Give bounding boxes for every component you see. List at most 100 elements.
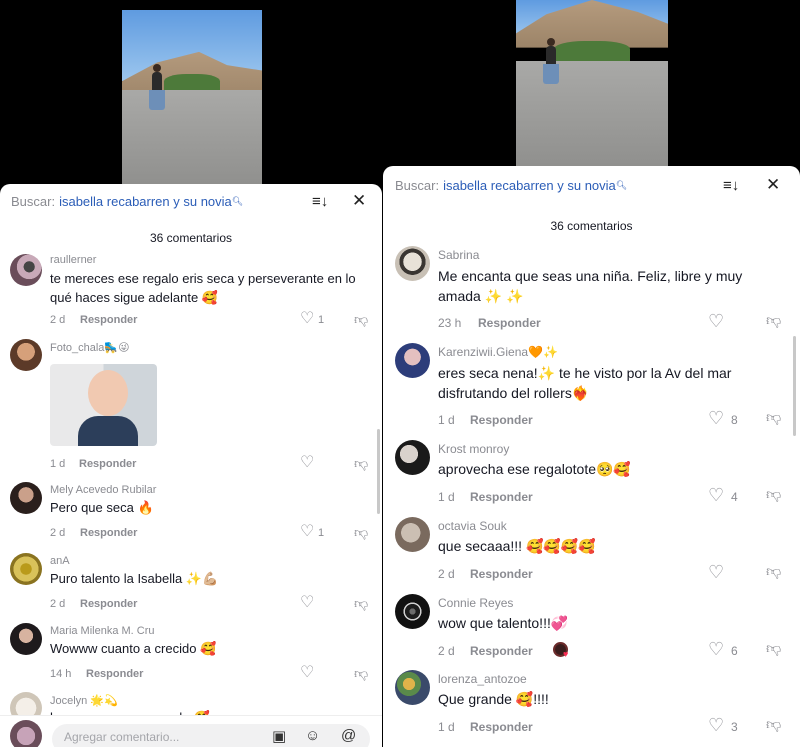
reply-button[interactable]: Responder <box>470 720 533 734</box>
search-query[interactable]: isabella recabarren y su novia <box>443 178 616 193</box>
image-icon[interactable]: ▣ <box>272 727 286 745</box>
comment-count: 36 comentarios <box>149 231 233 245</box>
sort-icon[interactable]: ≡↓ <box>312 194 328 209</box>
comment-time: 2 d <box>50 527 66 539</box>
dislike-icon[interactable]: 👎︎ <box>766 564 781 579</box>
reply-button[interactable]: Responder <box>478 316 541 330</box>
avatar[interactable] <box>395 670 430 705</box>
comment-time: 2 d <box>50 314 66 326</box>
heart-icon[interactable]: ♡ <box>300 665 314 681</box>
avatar[interactable] <box>395 517 430 552</box>
comment-item: Karenziwii.Giena🧡✨ eres seca nena!✨ te h… <box>383 343 800 433</box>
comment-time: 23 h <box>438 316 462 330</box>
scrollbar[interactable] <box>793 336 796 436</box>
heart-icon[interactable]: ♡ <box>708 563 724 581</box>
comment-username[interactable]: Connie Reyes <box>438 596 513 610</box>
comment-item: Mely Acevedo Rubilar Pero que seca 🔥 2 d… <box>0 482 382 547</box>
dislike-icon[interactable]: 👎︎ <box>766 313 781 328</box>
heart-icon[interactable]: ♡ <box>708 312 724 330</box>
search-query[interactable]: isabella recabarren y su novia <box>59 194 232 209</box>
heart-icon[interactable]: ♡ <box>300 524 314 540</box>
comment-item: Foto_chala🛼😜 1 d Responder ♡ 👎︎ <box>0 339 382 474</box>
video-preview-right[interactable] <box>516 0 668 170</box>
comment-username[interactable]: lorenza_antozoe <box>438 672 527 686</box>
reply-button[interactable]: Responder <box>79 458 136 470</box>
search-icon: 🔍︎ <box>615 180 628 190</box>
add-comment-input[interactable]: Agregar comentario... <box>52 724 370 747</box>
heart-icon[interactable]: ♡ <box>708 409 724 427</box>
like-count: 1 <box>318 527 325 539</box>
at-icon[interactable]: @ <box>341 727 356 744</box>
heart-icon[interactable]: ♡ <box>300 311 314 327</box>
emoji-icon[interactable]: ☺ <box>305 727 320 744</box>
reply-button[interactable]: Responder <box>470 413 533 427</box>
comment-item: anA Puro talento la Isabella ✨💪🏼 2 d Res… <box>0 553 382 618</box>
comments-panel-right: Buscar: isabella recabarren y su novia 🔍︎… <box>383 166 800 747</box>
video-preview-left[interactable] <box>122 10 262 188</box>
dislike-icon[interactable]: 👎︎ <box>766 410 781 425</box>
dislike-icon[interactable]: 👎︎ <box>766 641 781 656</box>
baby-face <box>88 370 128 416</box>
comment-count: 36 comentarios <box>550 219 633 233</box>
sort-icon[interactable]: ≡↓ <box>723 178 739 193</box>
comment-username[interactable]: raullerner <box>50 254 96 266</box>
comment-time: 1 d <box>438 490 455 504</box>
avatar[interactable] <box>395 594 430 629</box>
close-icon[interactable]: ✕ <box>766 176 780 193</box>
video-ground <box>516 61 668 170</box>
reply-button[interactable]: Responder <box>470 644 533 658</box>
search-icon: 🔍︎ <box>231 196 244 206</box>
avatar[interactable] <box>10 482 42 514</box>
heart-icon[interactable]: ♡ <box>708 640 724 658</box>
comment-item: raullerner te mereces ese regalo eris se… <box>0 254 382 334</box>
comment-item: Krost monroy aprovecha ese regalotote🥺🥰 … <box>383 440 800 510</box>
close-icon[interactable]: ✕ <box>352 192 366 209</box>
reply-button[interactable]: Responder <box>80 598 137 610</box>
comment-username[interactable]: Foto_chala🛼😜 <box>50 341 130 354</box>
comment-text: Wowww cuanto a crecido 🥰 <box>50 641 217 656</box>
comment-username[interactable]: octavia Souk <box>438 519 507 533</box>
comment-time: 2 d <box>438 644 455 658</box>
dislike-icon[interactable]: 👎︎ <box>354 456 368 470</box>
avatar[interactable] <box>10 623 42 655</box>
comment-username[interactable]: anA <box>50 555 70 567</box>
reply-button[interactable]: Responder <box>80 314 137 326</box>
creator-heart-icon: ♥ <box>563 649 569 659</box>
comment-username[interactable]: Mely Acevedo Rubilar <box>50 484 156 496</box>
dislike-icon[interactable]: 👎︎ <box>354 596 368 610</box>
dislike-icon[interactable]: 👎︎ <box>354 525 368 539</box>
comment-text: Puro talento la Isabella ✨💪🏼 <box>50 571 219 586</box>
heart-icon[interactable]: ♡ <box>300 595 314 611</box>
dislike-icon[interactable]: 👎︎ <box>766 487 781 502</box>
comment-username[interactable]: Krost monroy <box>438 442 509 456</box>
comment-username[interactable]: Sabrina <box>438 248 479 262</box>
comment-username[interactable]: Maria Milenka M. Cru <box>50 625 155 637</box>
baby-shirt <box>78 416 138 446</box>
video-skater <box>543 38 559 84</box>
comment-text: que secaaa!!! 🥰🥰🥰🥰 <box>438 538 596 554</box>
reply-button[interactable]: Responder <box>80 527 137 539</box>
avatar[interactable] <box>10 553 42 585</box>
comment-item: octavia Souk que secaaa!!! 🥰🥰🥰🥰 2 d Resp… <box>383 517 800 587</box>
dislike-icon[interactable]: 👎︎ <box>354 666 368 680</box>
heart-icon[interactable]: ♡ <box>300 455 314 471</box>
video-skater <box>149 64 165 110</box>
reply-button[interactable]: Responder <box>470 567 533 581</box>
comment-text: wow que talento!!!💞 <box>438 615 569 631</box>
avatar[interactable] <box>395 440 430 475</box>
reply-button[interactable]: Responder <box>86 668 143 680</box>
avatar[interactable] <box>10 339 42 371</box>
scrollbar[interactable] <box>377 429 380 514</box>
avatar[interactable] <box>10 254 42 286</box>
comment-username[interactable]: Karenziwii.Giena🧡✨ <box>438 345 558 359</box>
comment-image[interactable] <box>50 364 157 446</box>
dislike-icon[interactable]: 👎︎ <box>354 312 368 326</box>
heart-icon[interactable]: ♡ <box>708 716 724 734</box>
avatar[interactable] <box>395 343 430 378</box>
avatar[interactable] <box>395 246 430 281</box>
dislike-icon[interactable]: 👎︎ <box>766 717 781 732</box>
reply-button[interactable]: Responder <box>470 490 533 504</box>
heart-icon[interactable]: ♡ <box>708 486 724 504</box>
comment-item: Connie Reyes wow que talento!!!💞 2 d Res… <box>383 594 800 664</box>
comment-username[interactable]: Jocelyn 🌟💫 <box>50 694 118 707</box>
